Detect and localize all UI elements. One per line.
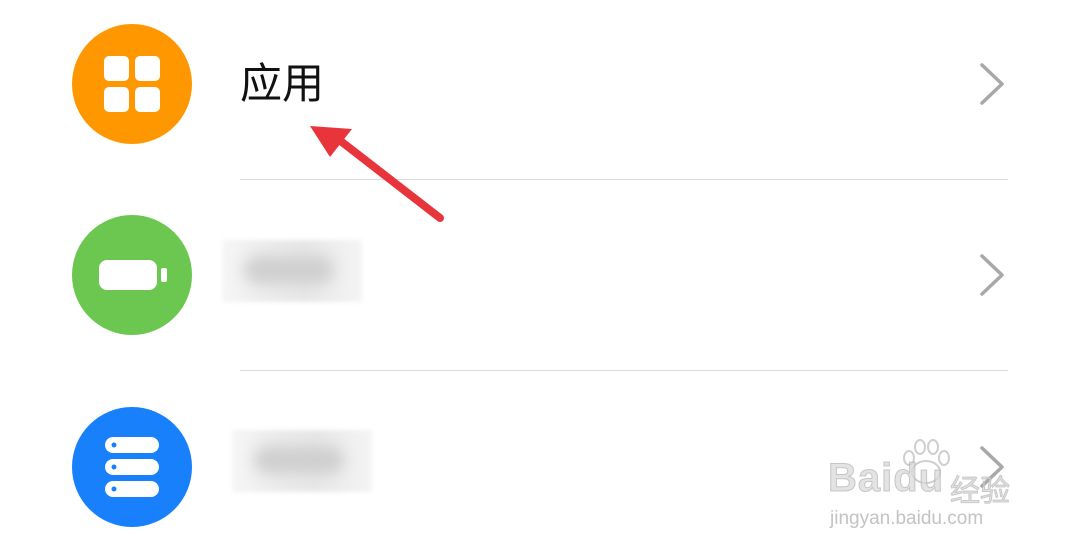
blurred-label: [232, 430, 372, 492]
chevron-right-icon: [980, 254, 1004, 296]
annotation-arrow: [310, 126, 444, 222]
storage-icon: [72, 407, 192, 527]
baidu-jingyan-watermark: Baidu 经验 jingyan.baidu.com: [826, 438, 1036, 538]
watermark-brand: Baidu: [827, 456, 945, 501]
settings-item-apps[interactable]: 应用: [0, 0, 1080, 179]
settings-screen: 应用 Baidu 经验 jingyan.baidu.com: [0, 0, 1080, 556]
settings-item-label: 应用: [240, 59, 325, 108]
apps-grid-icon: [72, 24, 192, 144]
divider: [240, 370, 1008, 371]
settings-item-battery[interactable]: [0, 180, 1080, 370]
battery-icon: [72, 215, 192, 335]
watermark-url: jingyan.baidu.com: [830, 508, 984, 529]
chevron-right-icon: [980, 63, 1004, 105]
watermark-cn-text: 经验: [950, 474, 1011, 510]
blurred-label: [222, 240, 362, 302]
